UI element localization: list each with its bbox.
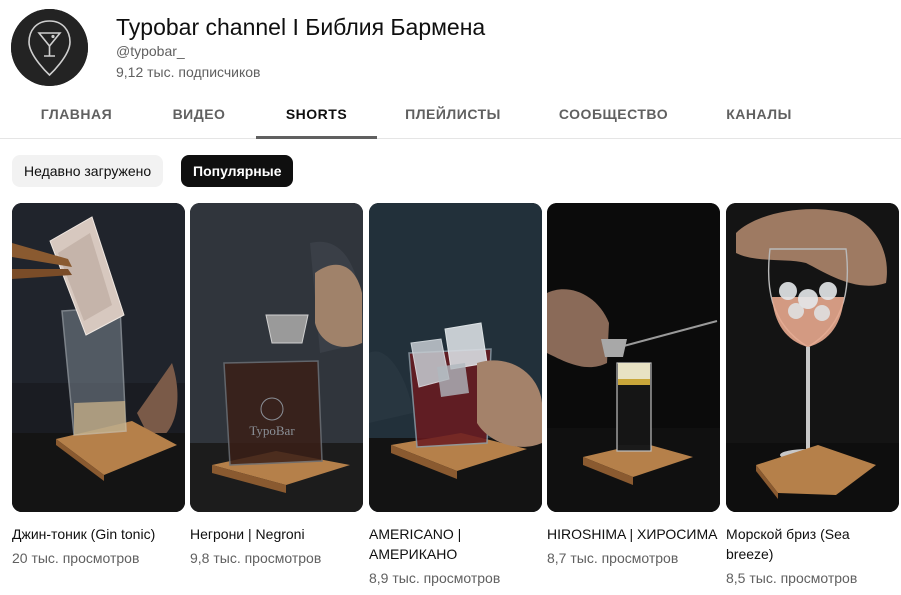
- short-views: 9,8 тыс. просмотров: [190, 550, 322, 566]
- short-views: 8,9 тыс. просмотров: [369, 570, 501, 586]
- americano-thumbnail-image: [369, 203, 542, 512]
- channel-avatar[interactable]: [11, 9, 88, 86]
- hiroshima-thumbnail-image: [547, 203, 720, 512]
- short-card[interactable]: Джин-тоник (Gin tonic) 20 тыс. просмотро…: [12, 203, 185, 568]
- short-title[interactable]: Негрони | Negroni: [190, 524, 363, 544]
- short-views: 20 тыс. просмотров: [12, 550, 140, 566]
- cocktail-logo-icon: [11, 9, 88, 86]
- channel-handle: @typobar_: [116, 43, 185, 59]
- short-title[interactable]: HIROSHIMA | ХИРОСИМА: [547, 524, 720, 544]
- short-thumbnail[interactable]: [547, 203, 720, 512]
- tab-home[interactable]: ГЛАВНАЯ: [30, 90, 123, 138]
- short-card[interactable]: TypoBar Негрони | Negroni 9,8 тыс. просм…: [190, 203, 363, 568]
- short-title[interactable]: Морской бриз (Sea breeze): [726, 524, 899, 564]
- tab-shorts[interactable]: SHORTS: [256, 90, 377, 139]
- short-thumbnail[interactable]: TypoBar: [190, 203, 363, 512]
- sea-breeze-thumbnail-image: [726, 203, 899, 512]
- filter-chip-popular[interactable]: Популярные: [181, 155, 294, 187]
- negroni-thumbnail-image: TypoBar: [190, 203, 363, 512]
- tab-playlists[interactable]: ПЛЕЙЛИСТЫ: [394, 90, 512, 138]
- short-views: 8,7 тыс. просмотров: [547, 550, 679, 566]
- subscriber-count: 9,12 тыс. подписчиков: [116, 64, 261, 80]
- tab-videos[interactable]: ВИДЕО: [160, 90, 238, 138]
- channel-header: Typobar channel I Библия Бармена @typoba…: [0, 0, 901, 90]
- short-card[interactable]: AMERICANO | АМЕРИКАНО 8,9 тыс. просмотро…: [369, 203, 542, 588]
- tab-channels[interactable]: КАНАЛЫ: [714, 90, 804, 138]
- short-title[interactable]: AMERICANO | АМЕРИКАНО: [369, 524, 542, 564]
- short-thumbnail[interactable]: [369, 203, 542, 512]
- short-card[interactable]: HIROSHIMA | ХИРОСИМА 8,7 тыс. просмотров: [547, 203, 720, 568]
- short-thumbnail[interactable]: [726, 203, 899, 512]
- filter-chip-recent[interactable]: Недавно загружено: [12, 155, 164, 187]
- gin-tonic-thumbnail-image: [12, 203, 185, 512]
- short-card[interactable]: Морской бриз (Sea breeze) 8,5 тыс. просм…: [726, 203, 899, 588]
- tab-community[interactable]: СООБЩЕСТВО: [550, 90, 677, 138]
- short-thumbnail[interactable]: [12, 203, 185, 512]
- channel-tabs: ГЛАВНАЯ ВИДЕО SHORTS ПЛЕЙЛИСТЫ СООБЩЕСТВ…: [0, 90, 901, 139]
- channel-name: Typobar channel I Библия Бармена: [116, 14, 486, 40]
- short-views: 8,5 тыс. просмотров: [726, 570, 858, 586]
- glass-logo-text: TypoBar: [249, 423, 295, 438]
- short-title[interactable]: Джин-тоник (Gin tonic): [12, 524, 185, 544]
